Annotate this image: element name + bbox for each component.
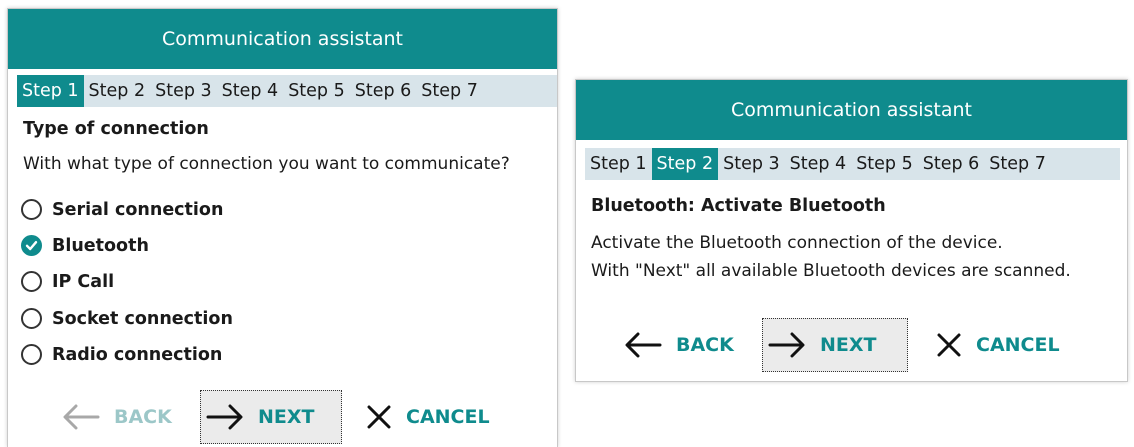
back-button[interactable]: BACK: [56, 390, 194, 444]
step-tabs: Step 1 Step 2 Step 3 Step 4 Step 5 Step …: [585, 148, 1120, 180]
option-label: Radio connection: [52, 344, 223, 365]
next-label: NEXT: [820, 334, 877, 356]
dialog-title: Communication assistant: [8, 9, 557, 69]
communication-assistant-dialog-step2: Communication assistant Step 1 Step 2 St…: [575, 79, 1128, 382]
button-row: BACK NEXT CANCEL: [618, 318, 1066, 372]
next-button[interactable]: NEXT: [762, 318, 908, 372]
tab-step-3[interactable]: Step 3: [150, 75, 217, 107]
cancel-label: CANCEL: [406, 406, 490, 428]
option-label: Serial connection: [52, 199, 224, 220]
radio-checked-icon: [21, 235, 42, 256]
tab-step-2[interactable]: Step 2: [651, 148, 719, 180]
tab-step-3[interactable]: Step 3: [718, 148, 785, 180]
radio-ip-call[interactable]: IP Call: [21, 271, 114, 292]
connection-question: With what type of connection you want to…: [23, 154, 510, 174]
instruction-text-1: Activate the Bluetooth connection of the…: [591, 233, 1003, 253]
radio-unchecked-icon: [21, 344, 42, 365]
arrow-left-icon: [63, 404, 100, 430]
close-icon: [937, 333, 961, 357]
close-icon: [367, 405, 391, 429]
communication-assistant-dialog-step1: Communication assistant Step 1 Step 2 St…: [7, 8, 558, 447]
tab-step-4[interactable]: Step 4: [785, 148, 852, 180]
dialog-title: Communication assistant: [576, 80, 1127, 140]
tab-step-6[interactable]: Step 6: [918, 148, 985, 180]
option-label: Bluetooth: [52, 235, 149, 256]
section-heading: Type of connection: [23, 119, 209, 139]
instruction-text-2: With "Next" all available Bluetooth devi…: [591, 261, 1071, 281]
cancel-label: CANCEL: [976, 334, 1060, 356]
tab-step-7[interactable]: Step 7: [984, 148, 1051, 180]
cancel-button[interactable]: CANCEL: [930, 318, 1066, 372]
radio-unchecked-icon: [21, 271, 42, 292]
tab-step-4[interactable]: Step 4: [217, 75, 284, 107]
back-label: BACK: [114, 406, 172, 428]
section-heading: Bluetooth: Activate Bluetooth: [591, 196, 886, 216]
tab-step-1[interactable]: Step 1: [17, 75, 84, 107]
arrow-left-icon: [625, 332, 662, 358]
tab-step-2[interactable]: Step 2: [84, 75, 151, 107]
radio-bluetooth[interactable]: Bluetooth: [21, 235, 149, 256]
tab-step-5[interactable]: Step 5: [283, 75, 350, 107]
radio-unchecked-icon: [21, 199, 42, 220]
cancel-button[interactable]: CANCEL: [360, 390, 496, 444]
back-button[interactable]: BACK: [618, 318, 756, 372]
radio-serial-connection[interactable]: Serial connection: [21, 199, 223, 220]
radio-socket-connection[interactable]: Socket connection: [21, 308, 233, 329]
button-row: BACK NEXT CANCEL: [56, 390, 496, 444]
radio-unchecked-icon: [21, 308, 42, 329]
option-label: Socket connection: [52, 308, 233, 329]
next-button[interactable]: NEXT: [200, 390, 342, 444]
option-label: IP Call: [52, 271, 115, 292]
back-label: BACK: [676, 334, 734, 356]
next-label: NEXT: [258, 406, 315, 428]
radio-radio-connection[interactable]: Radio connection: [21, 344, 222, 365]
tab-step-1[interactable]: Step 1: [585, 148, 652, 180]
tab-step-7[interactable]: Step 7: [416, 75, 483, 107]
arrow-right-icon: [768, 332, 805, 358]
arrow-right-icon: [206, 404, 243, 430]
tab-step-5[interactable]: Step 5: [851, 148, 918, 180]
step-tabs: Step 1 Step 2 Step 3 Step 4 Step 5 Step …: [17, 75, 557, 107]
tab-step-6[interactable]: Step 6: [350, 75, 417, 107]
